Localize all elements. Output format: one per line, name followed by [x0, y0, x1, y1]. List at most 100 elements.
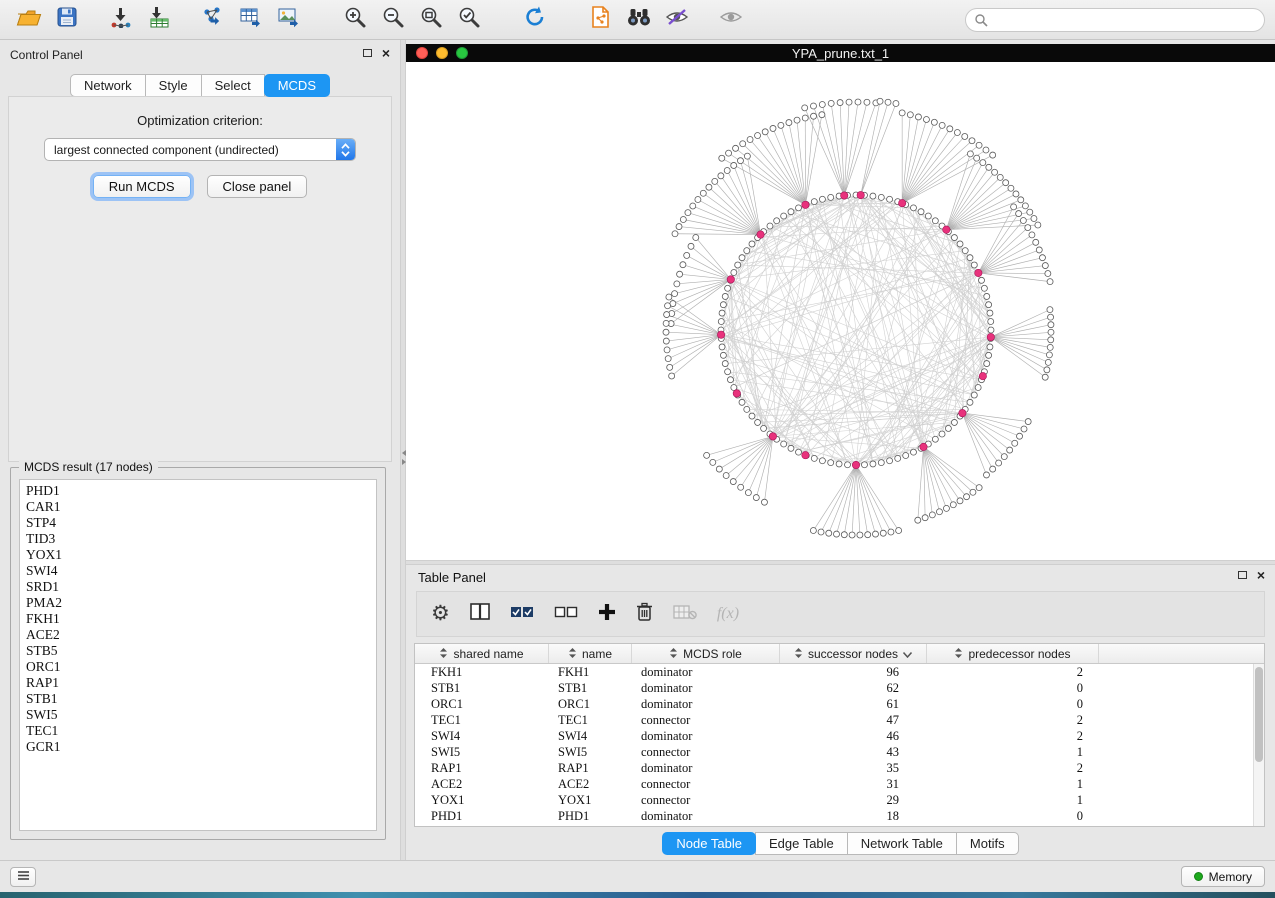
table-row[interactable]: SWI4SWI4dominator462: [415, 728, 1264, 744]
right-area: YPA_prune.txt_1 Table Panel ×: [406, 40, 1275, 860]
table-row[interactable]: ORC1ORC1dominator610: [415, 696, 1264, 712]
zoom-selected-button[interactable]: [450, 5, 488, 35]
deselect-all-columns-button[interactable]: [554, 599, 578, 629]
float-table-panel-icon[interactable]: [1238, 571, 1247, 579]
table-row[interactable]: TEC1TEC1connector472: [415, 712, 1264, 728]
window-zoom-button[interactable]: [456, 47, 468, 59]
result-node-item[interactable]: ORC1: [26, 659, 376, 675]
result-node-item[interactable]: PMA2: [26, 595, 376, 611]
window-close-button[interactable]: [416, 47, 428, 59]
table-cell-filler: [1099, 680, 1264, 696]
network-view-canvas[interactable]: [406, 62, 1275, 560]
table-cell: YOX1: [415, 792, 549, 808]
result-node-item[interactable]: ACE2: [26, 627, 376, 643]
hide-selected-button[interactable]: [658, 5, 696, 35]
table-row[interactable]: RAP1RAP1dominator352: [415, 760, 1264, 776]
result-node-item[interactable]: STB1: [26, 691, 376, 707]
cytoscape-app: Control Panel × NetworkStyleSelectMCDS O…: [0, 0, 1275, 898]
table-scrollbar[interactable]: [1253, 664, 1264, 826]
result-node-item[interactable]: FKH1: [26, 611, 376, 627]
column-header-MCDS-role[interactable]: MCDS role: [632, 644, 780, 663]
result-node-item[interactable]: STP4: [26, 515, 376, 531]
result-node-item[interactable]: TEC1: [26, 723, 376, 739]
gear-icon: ⚙: [431, 603, 450, 625]
table-row[interactable]: SWI5SWI5connector431: [415, 744, 1264, 760]
tab-mcds[interactable]: MCDS: [264, 74, 330, 97]
export-network-button[interactable]: [194, 5, 232, 35]
tab-motifs[interactable]: Motifs: [956, 832, 1019, 855]
zoom-selected-icon: [457, 5, 481, 34]
tab-network[interactable]: Network: [70, 74, 146, 97]
table-cell: STB1: [415, 680, 549, 696]
tab-style[interactable]: Style: [145, 74, 202, 97]
select-all-columns-button[interactable]: [510, 599, 534, 629]
result-node-item[interactable]: RAP1: [26, 675, 376, 691]
result-node-item[interactable]: YOX1: [26, 547, 376, 563]
delete-column-button[interactable]: [636, 599, 653, 629]
show-all-button[interactable]: [712, 5, 750, 35]
result-node-item[interactable]: SRD1: [26, 579, 376, 595]
close-panel-icon[interactable]: ×: [382, 48, 390, 58]
result-node-item[interactable]: SWI4: [26, 563, 376, 579]
import-table-button[interactable]: [140, 5, 178, 35]
snapshot-button[interactable]: [582, 5, 620, 35]
table-scrollbar-thumb[interactable]: [1255, 667, 1263, 762]
table-row[interactable]: YOX1YOX1connector291: [415, 792, 1264, 808]
open-file-button[interactable]: [10, 5, 48, 35]
task-history-button[interactable]: [10, 867, 36, 887]
show-columns-button[interactable]: [470, 599, 490, 629]
close-table-panel-icon[interactable]: ×: [1257, 570, 1265, 580]
network-graph[interactable]: [406, 62, 1275, 560]
criterion-select[interactable]: largest connected component (undirected): [44, 138, 356, 161]
close-panel-button[interactable]: Close panel: [207, 175, 308, 198]
table-panel-header: Table Panel ×: [406, 565, 1275, 589]
table-row[interactable]: ACE2ACE2connector311: [415, 776, 1264, 792]
mcds-result-list[interactable]: PHD1CAR1STP4TID3YOX1SWI4SRD1PMA2FKH1ACE2…: [19, 479, 377, 831]
node-table-body: FKH1FKH1dominator962STB1STB1dominator620…: [415, 664, 1264, 824]
table-cell: ACE2: [549, 776, 632, 792]
import-network-button[interactable]: [102, 5, 140, 35]
table-panel-title: Table Panel: [418, 570, 486, 585]
zoom-out-button[interactable]: [374, 5, 412, 35]
table-settings-button[interactable]: ⚙: [431, 599, 450, 629]
refresh-button[interactable]: [516, 5, 554, 35]
run-mcds-button[interactable]: Run MCDS: [93, 175, 191, 198]
control-panel-title: Control Panel: [10, 48, 83, 62]
tab-network-table[interactable]: Network Table: [847, 832, 957, 855]
column-header-predecessor-nodes[interactable]: predecessor nodes: [927, 644, 1099, 663]
table-cell: TEC1: [549, 712, 632, 728]
task-list-icon: [17, 868, 30, 886]
function-builder-button-disabled: f(x): [717, 599, 739, 629]
search-input[interactable]: [965, 8, 1265, 32]
float-panel-icon[interactable]: [363, 49, 372, 57]
memory-button[interactable]: Memory: [1181, 866, 1265, 887]
column-header-name[interactable]: name: [549, 644, 632, 663]
tab-edge-table[interactable]: Edge Table: [755, 832, 848, 855]
tab-node-table[interactable]: Node Table: [662, 832, 756, 855]
export-image-button[interactable]: [270, 5, 308, 35]
export-table-button[interactable]: [232, 5, 270, 35]
column-sort-icon: [568, 647, 577, 661]
tab-select[interactable]: Select: [201, 74, 265, 97]
table-cell: 18: [780, 808, 927, 824]
result-node-item[interactable]: PHD1: [26, 483, 376, 499]
result-node-item[interactable]: GCR1: [26, 739, 376, 755]
result-node-item[interactable]: STB5: [26, 643, 376, 659]
zoom-in-button[interactable]: [336, 5, 374, 35]
table-row[interactable]: STB1STB1dominator620: [415, 680, 1264, 696]
export-table-icon: [239, 6, 263, 33]
result-node-item[interactable]: SWI5: [26, 707, 376, 723]
find-neighbors-button[interactable]: [620, 5, 658, 35]
table-row[interactable]: FKH1FKH1dominator962: [415, 664, 1264, 680]
table-row[interactable]: PHD1PHD1dominator180: [415, 808, 1264, 824]
column-header-shared-name[interactable]: shared name: [415, 644, 549, 663]
result-node-item[interactable]: CAR1: [26, 499, 376, 515]
save-button[interactable]: [48, 5, 86, 35]
table-cell: 47: [780, 712, 927, 728]
result-node-item[interactable]: TID3: [26, 531, 376, 547]
window-minimize-button[interactable]: [436, 47, 448, 59]
zoom-fit-button[interactable]: [412, 5, 450, 35]
create-column-button[interactable]: [598, 599, 616, 629]
column-header-successor-nodes[interactable]: successor nodes: [780, 644, 927, 663]
table-cell: STB1: [549, 680, 632, 696]
